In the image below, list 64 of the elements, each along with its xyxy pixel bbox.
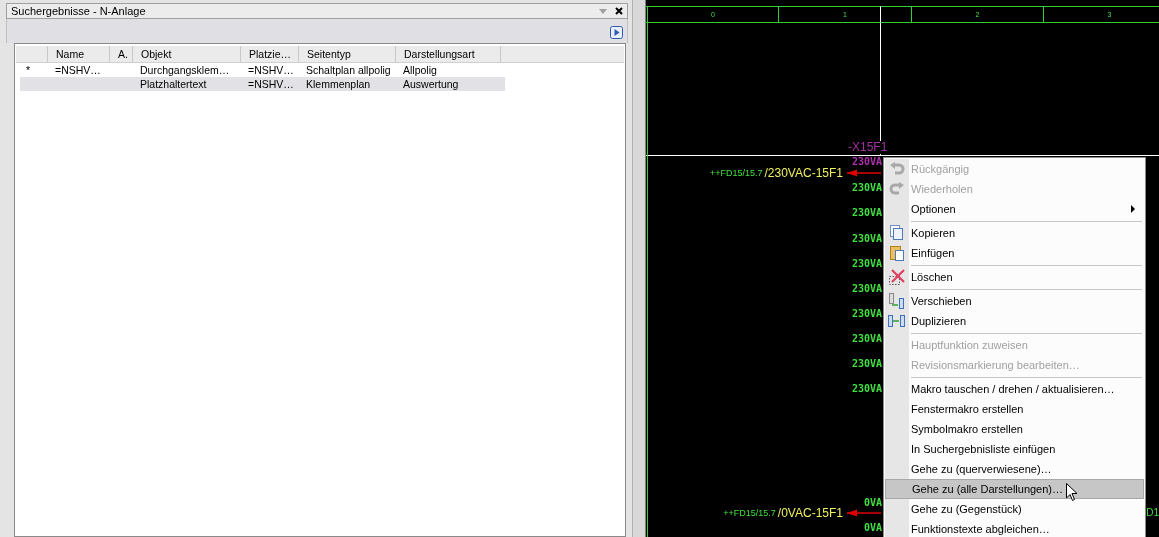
terminal-label: 230VA [851, 333, 882, 345]
signal-label: /230VAC-15F1 [764, 166, 843, 180]
menu-item[interactable]: Gehe zu (Gegenstück) [885, 499, 1144, 519]
move-icon [889, 293, 905, 309]
table-row[interactable]: * =NSHV… Durchgangsklem… =NSHV… Schaltplan allpolig Allpolig [20, 63, 505, 77]
terminal-label: 230VA [851, 258, 882, 270]
menu-item[interactable]: Duplizieren [885, 311, 1144, 331]
terminal-label: 230VA [851, 283, 882, 295]
arrow-icon [845, 509, 881, 517]
column-header[interactable]: Objekt [133, 46, 241, 62]
arrow-icon [845, 169, 881, 177]
terminal-label: 230VA [851, 233, 882, 245]
menu-item[interactable]: Optionen [885, 199, 1144, 219]
table-cell: Durchgangsklem… [140, 64, 230, 76]
menu-item[interactable]: Löschen [885, 267, 1144, 287]
schematic-canvas[interactable] [646, 0, 1159, 537]
menu-item[interactable]: Gehe zu (alle Darstellungen)… [885, 479, 1144, 499]
terminal-label: 230VA [851, 207, 882, 219]
table-cell: Platzhaltertext [140, 78, 207, 90]
play-icon[interactable] [610, 26, 623, 39]
table-cell: =NSHV… [55, 64, 101, 76]
table-cell: Allpolig [403, 64, 437, 76]
terminal-label: 0VA [863, 497, 882, 509]
menu-item[interactable]: Fenstermakro erstellen [885, 399, 1144, 419]
menu-item[interactable]: Symbolmakro erstellen [885, 419, 1144, 439]
table-cell: Klemmenplan [306, 78, 371, 90]
table-cell: =NSHV… [248, 64, 294, 76]
column-header[interactable]: Darstellungsart [396, 46, 501, 62]
table-cell: Auswertung [403, 78, 459, 90]
terminal-label: 230VA [851, 156, 882, 168]
copy-icon [890, 225, 904, 241]
terminal-label: 230VA [851, 308, 882, 320]
menu-item[interactable]: Verschieben [885, 291, 1144, 311]
component-label: -X15F1 [848, 141, 888, 154]
menu-item[interactable]: Einfügen [885, 243, 1144, 263]
table-cell: Schaltplan allpolig [306, 64, 391, 76]
duplicate-icon [888, 314, 906, 328]
terminal-label: 0VA [863, 522, 882, 534]
menu-item[interactable]: Makro tauschen / drehen / aktualisieren… [885, 379, 1144, 399]
table-row[interactable]: Platzhaltertext =NSHV… Klemmenplan Auswertung [20, 77, 505, 91]
terminal-label: 230VA [851, 383, 882, 395]
terminal-label: 230VA [851, 358, 882, 370]
signal-label: /0VAC-15F1 [777, 506, 843, 520]
menu-item[interactable]: Gehe zu (querverwiesene)… [885, 459, 1144, 479]
column-header[interactable]: Seitentyp [299, 46, 396, 62]
reference-label: ++FD15/15.7 [723, 508, 776, 518]
close-icon[interactable] [615, 7, 623, 15]
delete-icon [889, 269, 905, 285]
row-marker: * [26, 64, 31, 76]
column-header[interactable]: A. [110, 46, 133, 62]
reference-label: ++FD15/15.7 [709, 168, 763, 178]
pointer-icon [1066, 483, 1078, 502]
edge-label: D1 [1146, 507, 1159, 518]
paste-icon [890, 245, 904, 261]
table-cell: =NSHV… [248, 78, 294, 90]
menu-item[interactable]: Kopieren [885, 223, 1144, 243]
column-header[interactable]: Platzie… [241, 46, 299, 62]
terminal-label: 230VA [851, 182, 882, 194]
menu-item[interactable]: Funktionstexte abgleichen… [885, 519, 1144, 537]
undo-icon [889, 162, 905, 176]
redo-icon [889, 182, 905, 196]
column-header[interactable]: Name [48, 46, 110, 62]
panel-title: Suchergebnisse - N-Anlage [11, 5, 147, 17]
menu-item[interactable]: In Suchergebnisliste einfügen [885, 439, 1144, 459]
